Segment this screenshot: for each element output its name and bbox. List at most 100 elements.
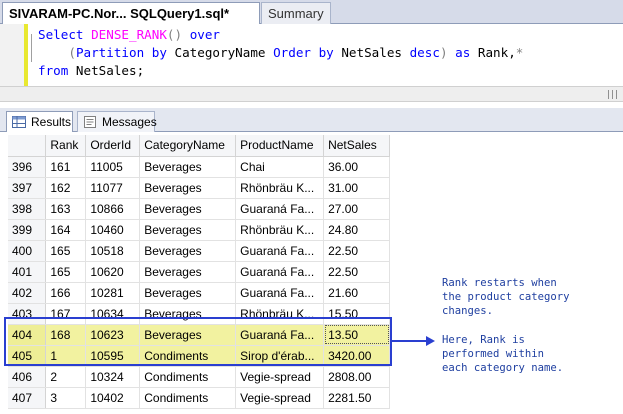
column-header-netsales[interactable]: NetSales — [323, 135, 390, 157]
column-header-rownum[interactable] — [8, 135, 47, 157]
cell-rank[interactable]: 3 — [45, 387, 87, 409]
cell-rank[interactable]: 163 — [45, 198, 87, 220]
cell-orderid[interactable]: 10866 — [85, 198, 141, 220]
row-number[interactable]: 402 — [8, 282, 47, 304]
table-row[interactable]: 398 163 10866 Beverages Guaraná Fa... 27… — [8, 198, 390, 220]
cell-categoryname[interactable]: Beverages — [139, 240, 237, 262]
cell-categoryname[interactable]: Beverages — [139, 177, 237, 199]
cell-netsales[interactable]: 2808.00 — [323, 366, 390, 388]
cell-productname[interactable]: Rhönbräu K... — [235, 219, 325, 241]
table-row[interactable]: 397 162 11077 Beverages Rhönbräu K... 31… — [8, 177, 390, 199]
table-row[interactable]: 402 166 10281 Beverages Guaraná Fa... 21… — [8, 282, 390, 304]
cell-productname[interactable]: Guaraná Fa... — [235, 198, 325, 220]
code-text[interactable]: Select DENSE_RANK() over (Partition by C… — [38, 26, 523, 80]
cell-rank[interactable]: 165 — [45, 240, 87, 262]
tab-results-label: Results — [31, 115, 72, 129]
column-header-categoryname[interactable]: CategoryName — [139, 135, 237, 157]
keyword-desc: desc — [409, 45, 440, 60]
row-number[interactable]: 397 — [8, 177, 47, 199]
row-number[interactable]: 396 — [8, 156, 47, 178]
paren-close: ) — [439, 45, 448, 60]
editor-gutter — [0, 24, 26, 86]
cell-orderid[interactable]: 11077 — [85, 177, 141, 199]
cell-categoryname[interactable]: Beverages — [139, 219, 237, 241]
function-dense-rank: DENSE_RANK — [91, 27, 167, 42]
cell-categoryname[interactable]: Beverages — [139, 282, 237, 304]
table-row[interactable]: 400 165 10518 Beverages Guaraná Fa... 22… — [8, 240, 390, 262]
row-number[interactable]: 400 — [8, 240, 47, 262]
paren-open: ( — [68, 45, 76, 60]
cell-orderid[interactable]: 10460 — [85, 219, 141, 241]
cell-categoryname[interactable]: Condiments — [139, 366, 237, 388]
keyword-as: as — [455, 45, 471, 60]
cell-categoryname[interactable]: Beverages — [139, 198, 237, 220]
cell-productname[interactable]: Rhönbräu K... — [235, 177, 325, 199]
cell-productname[interactable]: Vegie-spread — [235, 366, 325, 388]
cell-netsales[interactable]: 22.50 — [323, 240, 390, 262]
cell-netsales[interactable]: 24.80 — [323, 219, 390, 241]
trailing-asterisk: * — [515, 45, 524, 60]
table-row[interactable]: 406 2 10324 Condiments Vegie-spread 2808… — [8, 366, 390, 388]
cell-netsales[interactable]: 21.60 — [323, 282, 390, 304]
keyword-select: Select — [38, 27, 84, 42]
cell-categoryname[interactable]: Beverages — [139, 156, 237, 178]
editor-horizontal-scrollbar[interactable]: | | | — [0, 86, 623, 102]
results-grid[interactable]: Rank OrderId CategoryName ProductName Ne… — [8, 135, 390, 414]
cell-rank[interactable]: 161 — [45, 156, 87, 178]
change-indicator-bar — [24, 24, 28, 86]
row-number[interactable]: 401 — [8, 261, 47, 283]
table-row[interactable]: 399 164 10460 Beverages Rhönbräu K... 24… — [8, 219, 390, 241]
cell-orderid[interactable]: 10324 — [85, 366, 141, 388]
cell-productname[interactable]: Guaraná Fa... — [235, 282, 325, 304]
highlight-box — [4, 317, 392, 366]
cell-netsales[interactable]: 36.00 — [323, 156, 390, 178]
column-header-productname[interactable]: ProductName — [235, 135, 325, 157]
cell-categoryname[interactable]: Condiments — [139, 387, 237, 409]
table-row[interactable]: 396 161 11005 Beverages Chai 36.00 — [8, 156, 390, 178]
cell-netsales[interactable]: 22.50 — [323, 261, 390, 283]
cell-rank[interactable]: 162 — [45, 177, 87, 199]
keyword-from: from — [38, 63, 69, 78]
cell-productname[interactable]: Guaraná Fa... — [235, 261, 325, 283]
results-table: Rank OrderId CategoryName ProductName Ne… — [8, 135, 390, 409]
cell-categoryname[interactable]: Beverages — [139, 261, 237, 283]
query-editor[interactable]: Select DENSE_RANK() over (Partition by C… — [0, 24, 623, 86]
tab-messages-label: Messages — [102, 115, 157, 129]
results-tab-bar: Results Messages — [0, 108, 623, 132]
row-number[interactable]: 398 — [8, 198, 47, 220]
outline-collapse-line — [31, 34, 32, 62]
splitter-grip-icon[interactable]: | | | — [607, 90, 618, 100]
cell-orderid[interactable]: 10518 — [85, 240, 141, 262]
keyword-partition-by: Partition by — [75, 45, 167, 60]
column-categoryname: CategoryName — [166, 45, 274, 60]
table-netsales: NetSales; — [68, 63, 145, 78]
cell-rank[interactable]: 165 — [45, 261, 87, 283]
table-row[interactable]: 407 3 10402 Condiments Vegie-spread 2281… — [8, 387, 390, 409]
cell-rank[interactable]: 166 — [45, 282, 87, 304]
keyword-over: over — [189, 27, 221, 42]
messages-icon — [84, 116, 96, 128]
cell-orderid[interactable]: 10620 — [85, 261, 141, 283]
column-header-rank[interactable]: Rank — [45, 135, 87, 157]
tab-results[interactable]: Results — [6, 111, 73, 132]
table-row[interactable]: 401 165 10620 Beverages Guaraná Fa... 22… — [8, 261, 390, 283]
row-number[interactable]: 399 — [8, 219, 47, 241]
tab-messages[interactable]: Messages — [77, 111, 157, 132]
cell-netsales[interactable]: 31.00 — [323, 177, 390, 199]
cell-orderid[interactable]: 11005 — [85, 156, 141, 178]
cell-productname[interactable]: Chai — [235, 156, 325, 178]
cell-netsales[interactable]: 2281.50 — [323, 387, 390, 409]
row-number[interactable]: 406 — [8, 366, 47, 388]
cell-netsales[interactable]: 27.00 — [323, 198, 390, 220]
cell-productname[interactable]: Guaraná Fa... — [235, 240, 325, 262]
cell-productname[interactable]: Vegie-spread — [235, 387, 325, 409]
annotation-rank-restarts: Rank restarts when the product category … — [442, 277, 570, 317]
column-header-orderid[interactable]: OrderId — [85, 135, 141, 157]
cell-orderid[interactable]: 10402 — [85, 387, 141, 409]
tab-summary[interactable]: Summary — [261, 2, 331, 24]
cell-orderid[interactable]: 10281 — [85, 282, 141, 304]
tab-sqlquery1[interactable]: SIVARAM-PC.Nor... SQLQuery1.sql* — [2, 2, 260, 24]
cell-rank[interactable]: 2 — [45, 366, 87, 388]
row-number[interactable]: 407 — [8, 387, 47, 409]
cell-rank[interactable]: 164 — [45, 219, 87, 241]
